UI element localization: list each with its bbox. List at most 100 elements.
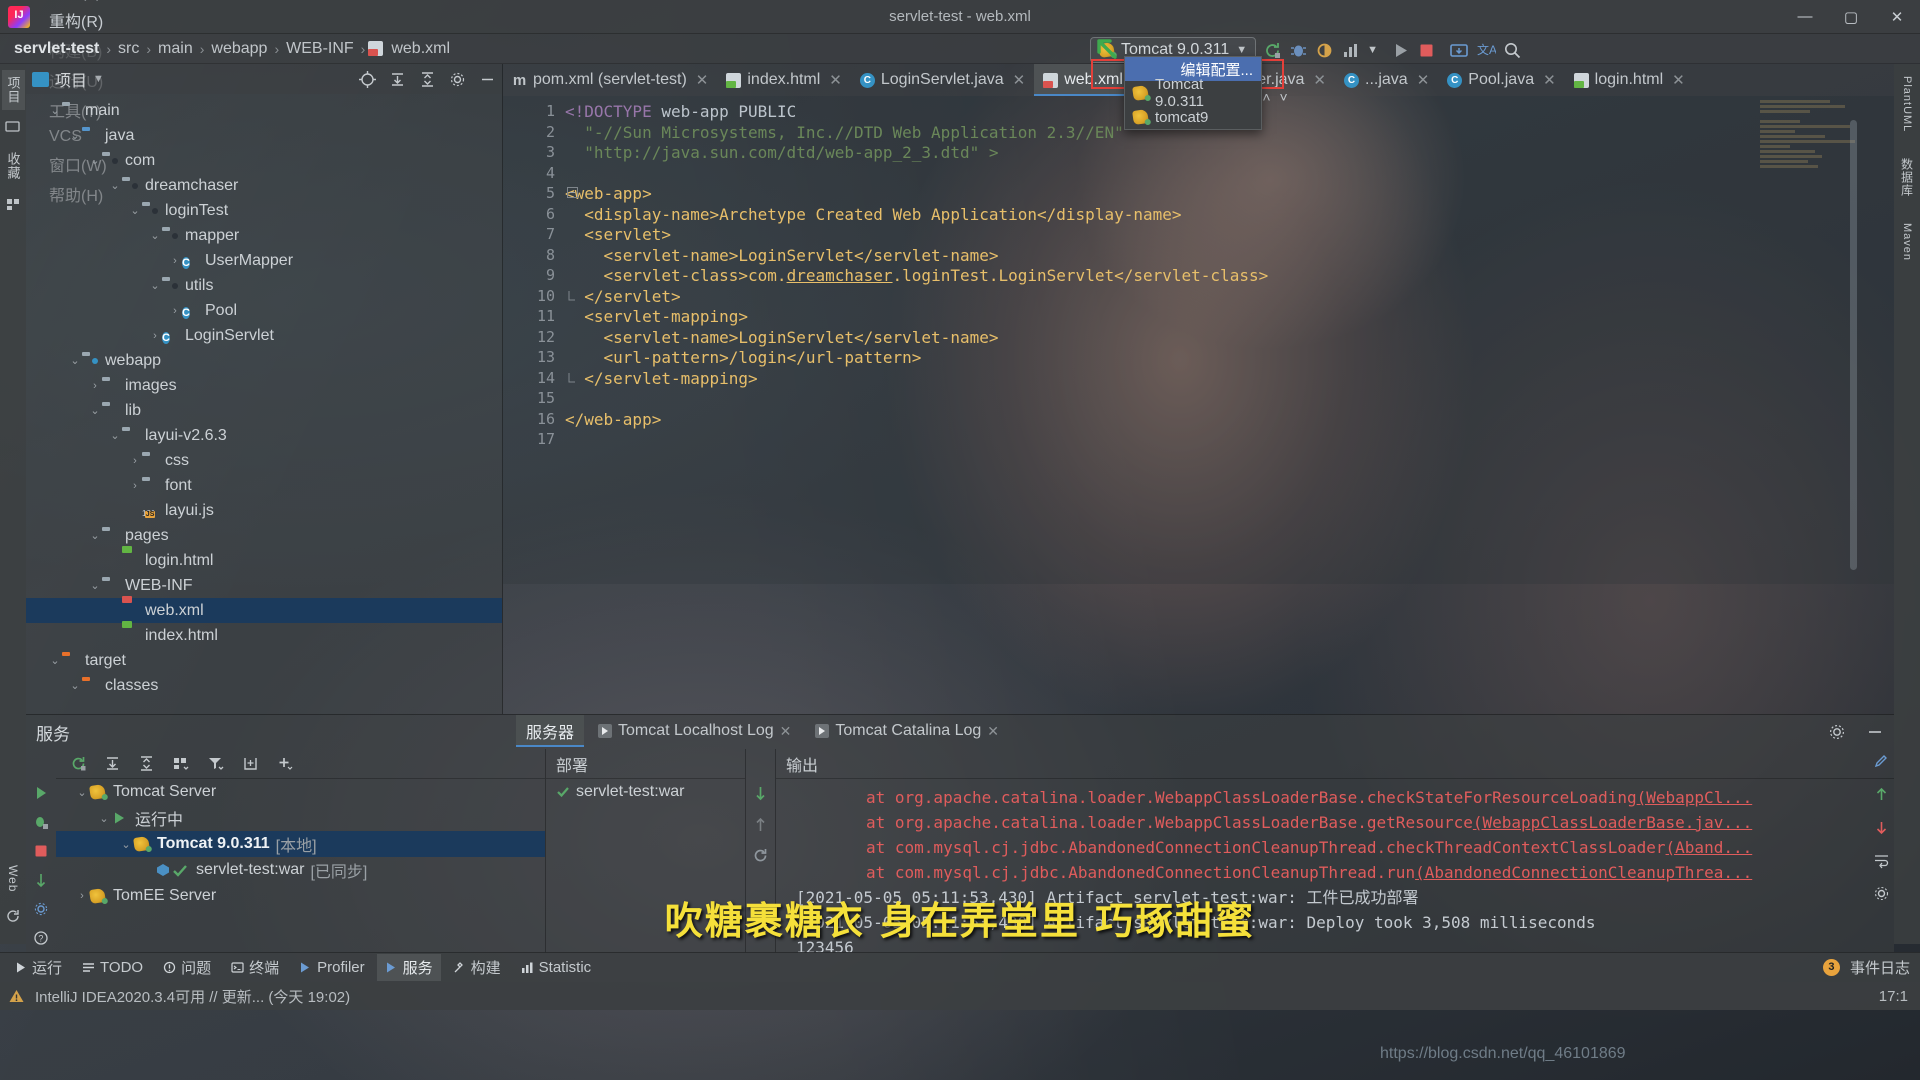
collapse-all-icon[interactable] bbox=[138, 755, 155, 772]
bottom-tool-build[interactable]: 构建 bbox=[445, 954, 509, 981]
project-tree-item[interactable]: ⌄ webapp bbox=[26, 348, 502, 373]
breadcrumb-item-5[interactable]: web.xml bbox=[387, 40, 454, 58]
soft-wrap-icon[interactable] bbox=[1873, 852, 1890, 869]
project-tree-item[interactable]: ⌄ layui-v2.6.3 bbox=[26, 423, 502, 448]
chevron-down-icon[interactable]: ⌄ bbox=[48, 104, 62, 117]
project-tree-item[interactable]: ⌄ main bbox=[26, 98, 502, 123]
filter-icon[interactable] bbox=[207, 755, 225, 772]
output-line[interactable]: at com.mysql.cj.jdbc.AbandonedConnection… bbox=[796, 835, 1894, 860]
chevron-down-icon[interactable]: ▼ bbox=[93, 73, 104, 85]
project-tree-item[interactable]: ⌄ classes bbox=[26, 673, 502, 698]
editor-tab-2[interactable]: C LoginServlet.java ✕ bbox=[851, 64, 1034, 96]
project-tree-item[interactable]: ⌄ lib bbox=[26, 398, 502, 423]
hide-panel-icon[interactable] bbox=[479, 71, 496, 88]
settings-gear-icon[interactable] bbox=[449, 71, 466, 88]
bottom-tool-run[interactable]: 运行 bbox=[6, 954, 70, 981]
menu-item-6[interactable]: 重构(R) bbox=[40, 5, 116, 35]
event-log-label[interactable]: 事件日志 bbox=[1850, 957, 1910, 978]
editor-tab-0[interactable]: m pom.xml (servlet-test) ✕ bbox=[503, 64, 717, 96]
chevron-right-icon[interactable]: › bbox=[88, 380, 102, 392]
project-tree-item[interactable]: › images bbox=[26, 373, 502, 398]
output-actions-strip[interactable] bbox=[1873, 753, 1890, 902]
close-tab-icon[interactable]: ✕ bbox=[1313, 71, 1326, 89]
help-icon[interactable]: ? bbox=[33, 930, 49, 946]
refresh-icon[interactable] bbox=[752, 847, 769, 864]
settings-gear-icon[interactable] bbox=[1873, 885, 1890, 902]
run-configuration-dropdown-menu[interactable]: 编辑配置... Tomcat 9.0.311 tomcat9 bbox=[1124, 56, 1262, 130]
close-tab-icon[interactable]: ✕ bbox=[1013, 71, 1026, 89]
chevron-right-icon[interactable]: › bbox=[74, 890, 90, 902]
services-settings-icon[interactable] bbox=[33, 901, 49, 917]
breadcrumb-item-4[interactable]: WEB-INF bbox=[282, 40, 358, 58]
stop-icon[interactable] bbox=[1417, 41, 1436, 60]
profile-icon[interactable] bbox=[1341, 41, 1360, 60]
rerun-icon[interactable] bbox=[1263, 41, 1282, 60]
project-tree-item[interactable]: login.html bbox=[26, 548, 502, 573]
bottom-bar-right[interactable]: 3 事件日志 bbox=[1822, 957, 1920, 978]
chevron-down-icon[interactable]: ⌄ bbox=[88, 579, 102, 592]
breadcrumb-item-1[interactable]: src bbox=[114, 40, 143, 58]
output-line[interactable]: [2021-05-05 05:11:53,430] Artifact servl… bbox=[796, 910, 1894, 935]
project-tree-item[interactable]: ⌄ dreamchaser bbox=[26, 173, 502, 198]
close-tab-icon[interactable]: ✕ bbox=[780, 723, 792, 740]
redeploy-icon[interactable] bbox=[752, 785, 769, 802]
line-number[interactable]: 3 bbox=[503, 143, 565, 164]
project-tree-item[interactable]: › C Pool bbox=[26, 298, 502, 323]
project-panel-toolbar[interactable] bbox=[359, 70, 496, 88]
project-tree-item[interactable]: ⌄ WEB-INF bbox=[26, 573, 502, 598]
services-tab-bar[interactable]: 服务器 Tomcat Localhost Log ✕ Tomcat Catalina … bbox=[516, 714, 1009, 748]
services-header-actions[interactable] bbox=[1828, 723, 1884, 741]
project-tree-item[interactable]: index.html bbox=[26, 623, 502, 648]
chevron-right-icon[interactable]: › bbox=[168, 255, 182, 267]
editor-tab-6[interactable]: C Pool.java ✕ bbox=[1438, 64, 1564, 96]
collapse-all-icon[interactable] bbox=[419, 71, 436, 88]
services-tab-2[interactable]: Tomcat Catalina Log ✕ bbox=[805, 718, 1009, 744]
edit-icon[interactable] bbox=[1873, 753, 1890, 770]
close-tab-icon[interactable]: ✕ bbox=[1672, 71, 1685, 89]
deployment-actions-strip[interactable] bbox=[746, 749, 776, 953]
debug-green-icon[interactable] bbox=[33, 814, 49, 830]
bottom-tool-profiler[interactable]: Profiler bbox=[291, 956, 373, 979]
tool-tab-web[interactable]: Web bbox=[4, 859, 22, 898]
refresh-icon[interactable] bbox=[5, 908, 21, 924]
add-frame-icon[interactable] bbox=[242, 755, 259, 772]
line-number[interactable]: 16 bbox=[503, 410, 565, 431]
project-tree-item[interactable]: › C LoginServlet bbox=[26, 323, 502, 348]
chevron-right-icon[interactable]: › bbox=[128, 480, 142, 492]
deployment-list[interactable]: servlet-test:war bbox=[546, 779, 745, 805]
output-line[interactable]: [2021-05-05 05:11:53,430] Artifact servl… bbox=[796, 885, 1894, 910]
close-tab-icon[interactable]: ✕ bbox=[987, 723, 999, 740]
editor-tab-5[interactable]: C ...java ✕ bbox=[1335, 64, 1438, 96]
expand-all-icon[interactable] bbox=[104, 755, 121, 772]
bottom-tool-items[interactable]: 运行 TODO 问题 终端 Profiler 服务 构建 Statistic bbox=[6, 954, 599, 981]
code-fold-icon[interactable] bbox=[567, 187, 578, 198]
chevron-right-icon[interactable]: › bbox=[128, 455, 142, 467]
services-tree[interactable]: ⌄ Tomcat Server ⌄ 运行中 ⌄ Tomcat 9.0.311 [本地] ser… bbox=[56, 779, 545, 909]
chevron-down-icon[interactable]: ⌄ bbox=[88, 529, 102, 542]
line-number[interactable]: 14 bbox=[503, 369, 575, 390]
tool-tab-favorites[interactable]: 收藏 bbox=[2, 146, 25, 186]
search-next-icon[interactable]: ˅ bbox=[1280, 89, 1288, 105]
debug-icon[interactable] bbox=[1289, 41, 1308, 60]
bottom-tool-todo[interactable]: TODO bbox=[74, 956, 151, 979]
services-toolbar[interactable] bbox=[56, 749, 545, 779]
code-fold-end-icon[interactable] bbox=[567, 372, 578, 383]
chevron-down-icon[interactable]: ⌄ bbox=[68, 679, 82, 692]
services-tree-item[interactable]: ⌄ Tomcat 9.0.311 [本地] bbox=[56, 831, 545, 857]
editor-minimap[interactable] bbox=[1760, 100, 1860, 190]
services-tree-item[interactable]: ⌄ Tomcat Server bbox=[56, 779, 545, 805]
bottom-tool-problems[interactable]: 问题 bbox=[155, 954, 219, 981]
services-tree-item[interactable]: ⌄ 运行中 bbox=[56, 805, 545, 831]
chevron-down-icon[interactable]: ⌄ bbox=[108, 429, 122, 442]
chevron-right-icon[interactable]: › bbox=[168, 305, 182, 317]
breadcrumb-item-0[interactable]: servlet-test bbox=[10, 40, 103, 58]
chevron-down-icon[interactable]: ⌄ bbox=[148, 229, 162, 242]
close-tab-icon[interactable]: ✕ bbox=[829, 71, 842, 89]
redeploy-icon[interactable] bbox=[33, 872, 49, 888]
dropdown-item-1[interactable]: Tomcat 9.0.311 bbox=[1125, 76, 1261, 110]
project-tree-item[interactable]: ⌄ com bbox=[26, 148, 502, 173]
line-number[interactable]: 2 bbox=[503, 123, 565, 144]
locate-icon[interactable] bbox=[359, 70, 376, 88]
services-tab-1[interactable]: Tomcat Localhost Log ✕ bbox=[588, 718, 801, 744]
left-tool-strip[interactable]: 项目 收藏 Web bbox=[0, 64, 26, 944]
